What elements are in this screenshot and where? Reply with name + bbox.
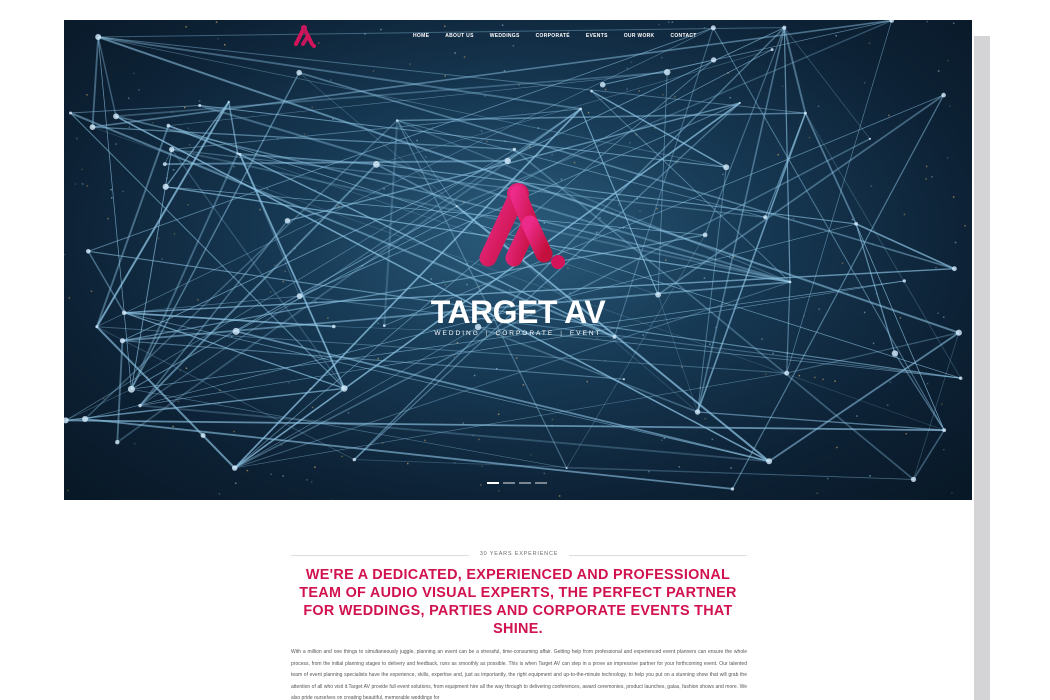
kicker-row: 30 YEARS EXPERIENCE xyxy=(291,551,747,561)
slider-dot[interactable] xyxy=(519,482,531,484)
nav-our-work[interactable]: OUR WORK xyxy=(624,33,655,39)
nav-events[interactable]: EVENTS xyxy=(586,33,608,39)
intro-body-text: With a million and one things to simulta… xyxy=(291,649,747,700)
slider-dot[interactable] xyxy=(487,482,499,484)
tagline-corporate: CORPORATE xyxy=(495,330,555,337)
intro-section: 30 YEARS EXPERIENCE WE'RE A DEDICATED, E… xyxy=(64,500,972,700)
slider-pagination xyxy=(487,482,547,484)
nav-weddings[interactable]: WEDDINGS xyxy=(490,33,520,39)
nav-home[interactable]: HOME xyxy=(413,33,429,39)
divider-right xyxy=(569,555,747,556)
brand-name: TARGET AV xyxy=(430,294,606,330)
slider-dot[interactable] xyxy=(503,482,515,484)
page-shadow xyxy=(974,36,990,700)
tagline-wedding: WEDDING xyxy=(434,330,480,337)
brand-tagline: WEDDING | CORPORATE | EVENT xyxy=(434,330,602,337)
nav-about-us[interactable]: ABOUT US xyxy=(445,33,474,39)
top-navigation: HOME ABOUT US WEDDINGS CORPORATE EVENTS … xyxy=(64,20,972,54)
website-page: HOME ABOUT US WEDDINGS CORPORATE EVENTS … xyxy=(64,20,972,700)
intro-headline: WE'RE A DEDICATED, EXPERIENCED AND PROFE… xyxy=(299,567,737,637)
nav-contact[interactable]: CONTACT xyxy=(670,33,696,39)
brand-logo-mark-icon xyxy=(479,183,565,269)
nav-corporate[interactable]: CORPORATE xyxy=(536,33,570,39)
hero-banner: HOME ABOUT US WEDDINGS CORPORATE EVENTS … xyxy=(64,20,972,500)
slider-dot[interactable] xyxy=(535,482,547,484)
tagline-event: EVENT xyxy=(569,330,602,337)
target-av-logo-icon[interactable] xyxy=(290,24,316,50)
experience-kicker: 30 YEARS EXPERIENCE xyxy=(479,551,559,557)
nav-menu: HOME ABOUT US WEDDINGS CORPORATE EVENTS … xyxy=(413,33,713,39)
